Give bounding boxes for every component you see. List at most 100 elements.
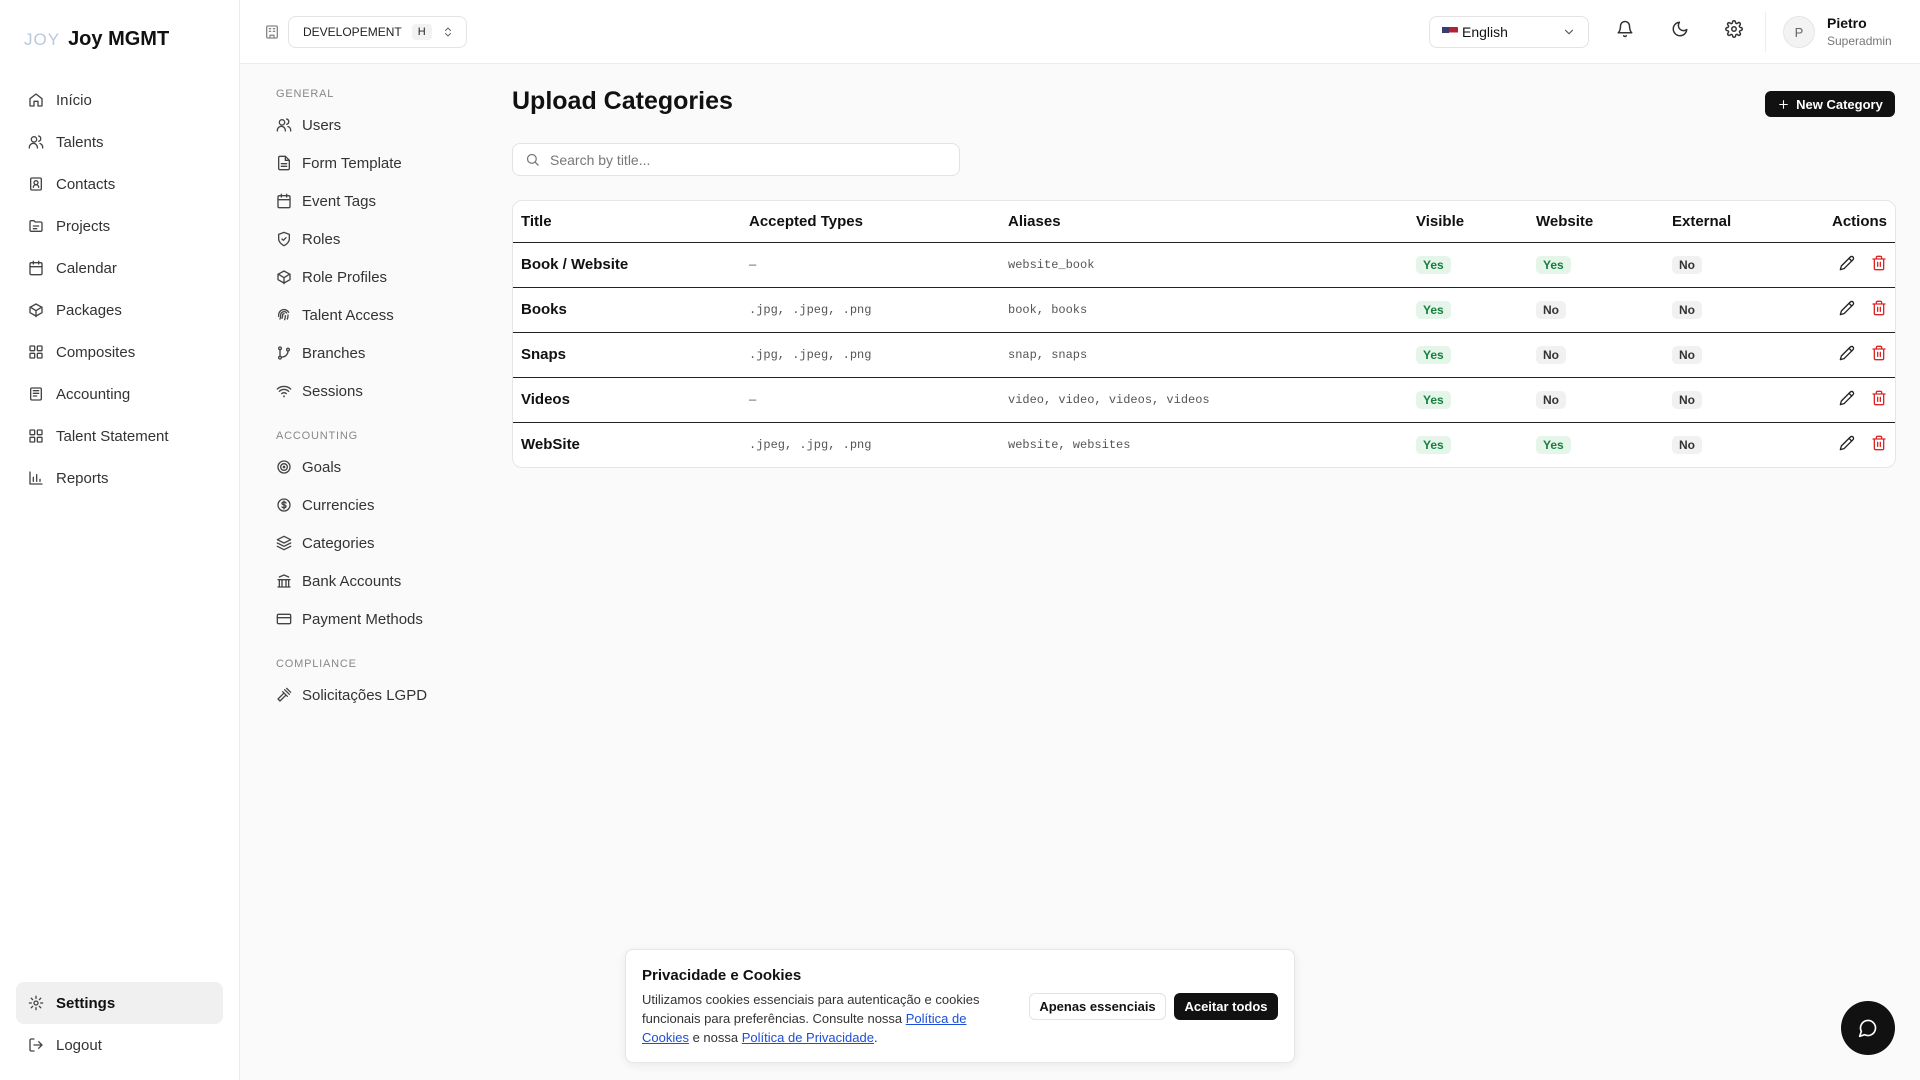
sidebar-item-contacts[interactable]: Contacts — [16, 163, 223, 205]
edit-pencil-icon[interactable] — [1839, 345, 1855, 361]
sidebar-item-accounting[interactable]: Accounting — [16, 373, 223, 415]
subnav-item-sessions[interactable]: Sessions — [264, 372, 464, 410]
sidebar-item-label: Início — [56, 91, 92, 109]
folder-icon — [28, 218, 44, 234]
grid-icon — [28, 344, 44, 360]
delete-trash-icon[interactable] — [1871, 345, 1887, 361]
subnav-item-label: Solicitações LGPD — [302, 686, 428, 704]
subnav-item-talent-access[interactable]: Talent Access — [264, 296, 464, 334]
subnav-item-solicitacoes-lgpd[interactable]: Solicitações LGPD — [264, 676, 464, 714]
accept-all-button[interactable]: Aceitar todos — [1174, 993, 1278, 1020]
subnav-item-label: Sessions — [302, 382, 363, 400]
moon-icon[interactable] — [1671, 20, 1689, 38]
external-cell: No — [1664, 422, 1779, 467]
sidebar-item-settings[interactable]: Settings — [16, 982, 223, 1024]
website-cell: No — [1528, 332, 1664, 378]
new-category-button[interactable]: New Category — [1765, 91, 1895, 117]
gavel-icon — [276, 687, 292, 703]
external-badge: No — [1672, 435, 1702, 454]
user-name[interactable]: Pietro — [1827, 15, 1867, 31]
subnav-item-event-tags[interactable]: Event Tags — [264, 182, 464, 220]
subnav-item-branches[interactable]: Branches — [264, 334, 464, 372]
visible-cell: Yes — [1408, 242, 1528, 288]
table-row[interactable]: Book / Website — website_book Yes Yes No — [513, 242, 1895, 288]
chat-button[interactable] — [1841, 1001, 1895, 1055]
external-badge: No — [1672, 300, 1702, 319]
edit-pencil-icon[interactable] — [1839, 255, 1855, 271]
sidebar-item-inicio[interactable]: Início — [16, 79, 223, 121]
edit-pencil-icon[interactable] — [1839, 390, 1855, 406]
accepted-types-cell: .jpg, .jpeg, .png — [741, 332, 1000, 378]
sidebar-item-calendar[interactable]: Calendar — [16, 247, 223, 289]
external-cell: No — [1664, 377, 1779, 423]
column-header-accepted-types: Accepted Types — [741, 201, 1000, 243]
edit-pencil-icon[interactable] — [1839, 435, 1855, 451]
language-select[interactable]: English — [1429, 16, 1589, 48]
actions-cell — [1779, 242, 1895, 288]
calendar-icon — [28, 260, 44, 276]
website-cell: No — [1528, 377, 1664, 423]
aliases-cell: website_book — [1000, 242, 1408, 288]
environment-tag: H — [411, 24, 432, 40]
visible-cell: Yes — [1408, 377, 1528, 423]
subnav-item-currencies[interactable]: Currencies — [264, 486, 464, 524]
subnav-item-payment-methods[interactable]: Payment Methods — [264, 600, 464, 638]
sidebar-item-packages[interactable]: Packages — [16, 289, 223, 331]
categories-table: Title Accepted Types Aliases Visible Web… — [512, 200, 1896, 468]
subnav-item-role-profiles[interactable]: Role Profiles — [264, 258, 464, 296]
gear-icon[interactable] — [1725, 20, 1743, 38]
sidebar-item-talents[interactable]: Talents — [16, 121, 223, 163]
title-cell: Book / Website — [513, 242, 741, 288]
sidebar-item-composites[interactable]: Composites — [16, 331, 223, 373]
column-header-external: External — [1664, 201, 1779, 243]
delete-trash-icon[interactable] — [1871, 300, 1887, 316]
edit-pencil-icon[interactable] — [1839, 300, 1855, 316]
table-row[interactable]: WebSite .jpeg, .jpg, .png website, website… — [513, 422, 1895, 467]
sidebar-item-label: Contacts — [56, 175, 116, 193]
sidebar-item-projects[interactable]: Projects — [16, 205, 223, 247]
actions-cell — [1779, 332, 1895, 378]
search-input[interactable] — [550, 151, 930, 168]
bank-icon — [276, 573, 292, 589]
environment-select[interactable]: DEVELOPEMENT H — [288, 16, 467, 48]
search-box — [512, 143, 960, 176]
bell-icon[interactable] — [1616, 20, 1634, 38]
sidebar-item-logout[interactable]: Logout — [16, 1024, 223, 1066]
brand-logo[interactable]: JOY Joy MGMT — [24, 28, 169, 51]
subnav-item-users[interactable]: Users — [264, 106, 464, 144]
cookie-text-part: . — [873, 1030, 878, 1045]
essential-only-button[interactable]: Apenas essenciais — [1029, 993, 1166, 1020]
delete-trash-icon[interactable] — [1871, 435, 1887, 451]
avatar[interactable]: P — [1783, 16, 1815, 48]
website-cell: Yes — [1528, 422, 1664, 467]
plus-icon — [1777, 98, 1790, 111]
subnav-item-label: Currencies — [302, 496, 375, 514]
delete-trash-icon[interactable] — [1871, 255, 1887, 271]
delete-trash-icon[interactable] — [1871, 390, 1887, 406]
sidebar-item-reports[interactable]: Reports — [16, 457, 223, 499]
subnav-item-label: Payment Methods — [302, 610, 423, 628]
subnav-item-goals[interactable]: Goals — [264, 448, 464, 486]
visible-cell: Yes — [1408, 422, 1528, 467]
subnav-item-form-template[interactable]: Form Template — [264, 144, 464, 182]
subnav-item-label: Roles — [302, 230, 341, 248]
column-header-title[interactable]: Title — [513, 201, 741, 243]
privacy-policy-link[interactable]: Política de Privacidade — [742, 1030, 874, 1045]
sidebar-item-talent-statement[interactable]: Talent Statement — [16, 415, 223, 457]
table-row[interactable]: Videos — video, video, videos, videos Yes No… — [513, 377, 1895, 423]
settings-subnav: GENERAL Users Form Template Event Tags Roles… — [264, 88, 464, 714]
external-badge: No — [1672, 255, 1702, 274]
package-icon — [276, 269, 292, 285]
subnav-item-label: Role Profiles — [302, 268, 388, 286]
subnav-item-roles[interactable]: Roles — [264, 220, 464, 258]
chevrons-up-down-icon — [442, 26, 454, 38]
users-icon — [276, 117, 292, 133]
sidebar-item-label: Calendar — [56, 259, 117, 277]
subnav-item-bank-accounts[interactable]: Bank Accounts — [264, 562, 464, 600]
subnav-item-categories[interactable]: Categories — [264, 524, 464, 562]
table-row[interactable]: Snaps .jpg, .jpeg, .png snap, snaps Yes No No — [513, 332, 1895, 378]
fingerprint-icon — [276, 307, 292, 323]
bottom-nav: Settings Logout — [16, 982, 223, 1066]
actions-cell — [1779, 287, 1895, 333]
table-row[interactable]: Books .jpg, .jpeg, .png book, books Yes No No — [513, 287, 1895, 333]
